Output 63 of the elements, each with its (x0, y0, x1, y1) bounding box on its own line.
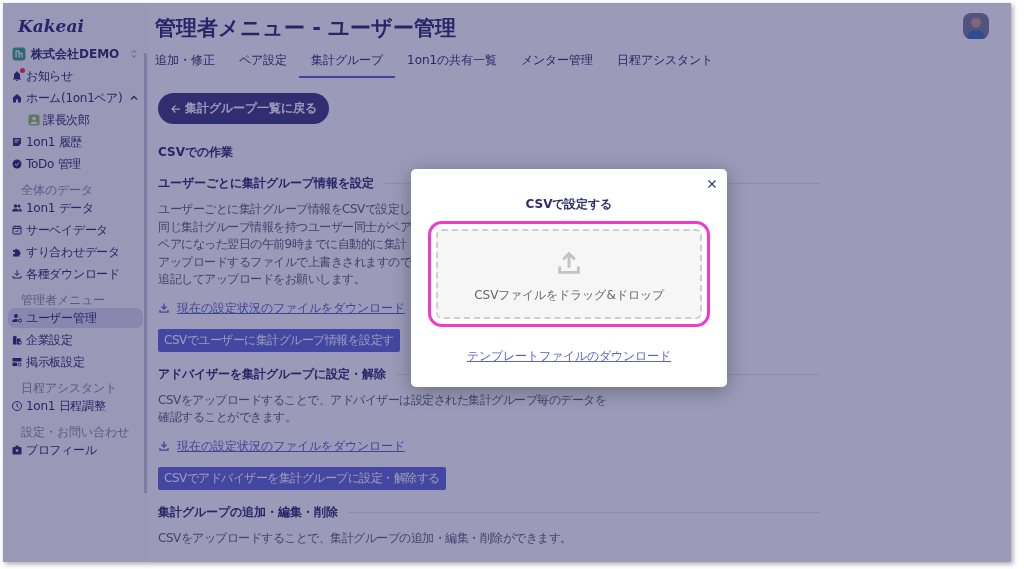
user-gear-icon (11, 312, 23, 324)
bell-icon (11, 70, 23, 82)
page-title: 管理者メニュー - ユーザー管理 (155, 15, 457, 42)
arrow-left-icon (170, 102, 182, 115)
note-icon (11, 136, 23, 148)
clock-icon (11, 400, 23, 412)
tab[interactable]: 1on1の共有一覧 (395, 46, 510, 78)
nav-item[interactable]: サーベイデータ (8, 220, 143, 240)
section-title: ユーザーごとに集計グループ情報を設定 (158, 175, 374, 192)
nav-item[interactable]: ToDo 管理 (8, 154, 143, 174)
check-circle-icon (11, 158, 23, 170)
building-icon (11, 334, 23, 346)
nav-item[interactable]: お知らせ (8, 66, 143, 86)
template-download-link[interactable]: テンプレートファイルのダウンロード (467, 348, 671, 365)
home-icon (11, 92, 23, 104)
paragraph: ユーザーごとに集計グループ情報をCSVで設定し 同じ集計グループ情報を持つユーザー同士がペア ペアになった翌日の午前9時までに自動的に集計 アップロードするファイルで上書きされますので 追記してアップロードをお願いします。 (158, 201, 411, 288)
board-icon (11, 356, 23, 368)
tab[interactable]: 集計グループ (299, 46, 395, 78)
download-link[interactable]: 現在の設定状況のファイルをダウンロード (177, 299, 405, 317)
paragraph: CSVをアップロードすることで、アドバイザーは設定された集計グループ毎のデータを 確認することができます。 (158, 391, 607, 426)
app-logo: Kakeai (16, 15, 85, 37)
nav-item[interactable]: 1on1 日程調整 (8, 396, 143, 416)
people-icon (11, 202, 23, 214)
drop-zone[interactable]: CSVファイルをドラッグ&ドロップ (436, 229, 702, 319)
nav-item[interactable]: 1on1 履歴 (8, 132, 143, 152)
download-icon (158, 440, 170, 452)
nav-item[interactable]: ホーム(1on1ペア) (8, 88, 143, 108)
tab[interactable]: メンター管理 (509, 46, 606, 78)
section-heading: CSVでの作業 (158, 144, 234, 161)
user-silhouette-icon (963, 13, 989, 39)
company-name: 株式会社DEMO (31, 45, 121, 63)
section-title: アドバイザーを集計グループに設定・解除 (158, 365, 386, 383)
download-icon (11, 268, 23, 280)
nav-item[interactable]: プロフィール (8, 440, 143, 460)
puzzle-icon (11, 246, 23, 258)
download-link[interactable]: 現在の設定状況のファイルをダウンロード (177, 437, 405, 455)
person-icon (28, 114, 40, 126)
paragraph: CSVをアップロードすることで、集計グループの追加・編集・削除ができます。 (158, 529, 572, 547)
company-selector[interactable]: 株式会社DEMO (12, 44, 139, 64)
tab[interactable]: ペア設定 (227, 46, 299, 78)
nav-item[interactable]: ユーザー管理 (8, 308, 143, 328)
upload-csv-button[interactable]: CSVでユーザーに集計グループ情報を設定す (158, 328, 400, 352)
drop-zone-text: CSVファイルをドラッグ&ドロップ (474, 286, 664, 304)
sort-icon (129, 47, 139, 61)
back-button[interactable]: 集計グループ一覧に戻る (158, 93, 329, 124)
section-title: 集計グループの追加・編集・削除 (158, 503, 338, 521)
nav-item[interactable]: すり合わせデータ (8, 242, 143, 262)
download-icon (158, 302, 170, 314)
close-icon[interactable] (706, 178, 718, 190)
building-icon (12, 47, 26, 61)
tab[interactable]: 追加・修正 (155, 46, 227, 78)
nav-item[interactable]: 課長次郎 (8, 110, 143, 130)
nav-item[interactable]: 企業設定 (8, 330, 143, 350)
tab[interactable]: 日程アシスタント (605, 46, 726, 78)
section-label: 管理者メニュー (21, 292, 106, 306)
calendar-icon (11, 224, 23, 236)
nav-item[interactable]: 掲示板設定 (8, 352, 143, 372)
id-card-icon (11, 444, 23, 456)
nav-item[interactable]: 1on1 データ (8, 198, 143, 218)
modal-title: CSVで設定する (525, 196, 613, 213)
nav-item[interactable]: 各種ダウンロード (8, 264, 143, 284)
avatar[interactable] (963, 13, 989, 39)
upload-csv-button[interactable]: CSVでアドバイザーを集計グループに設定・解除する (158, 466, 446, 490)
